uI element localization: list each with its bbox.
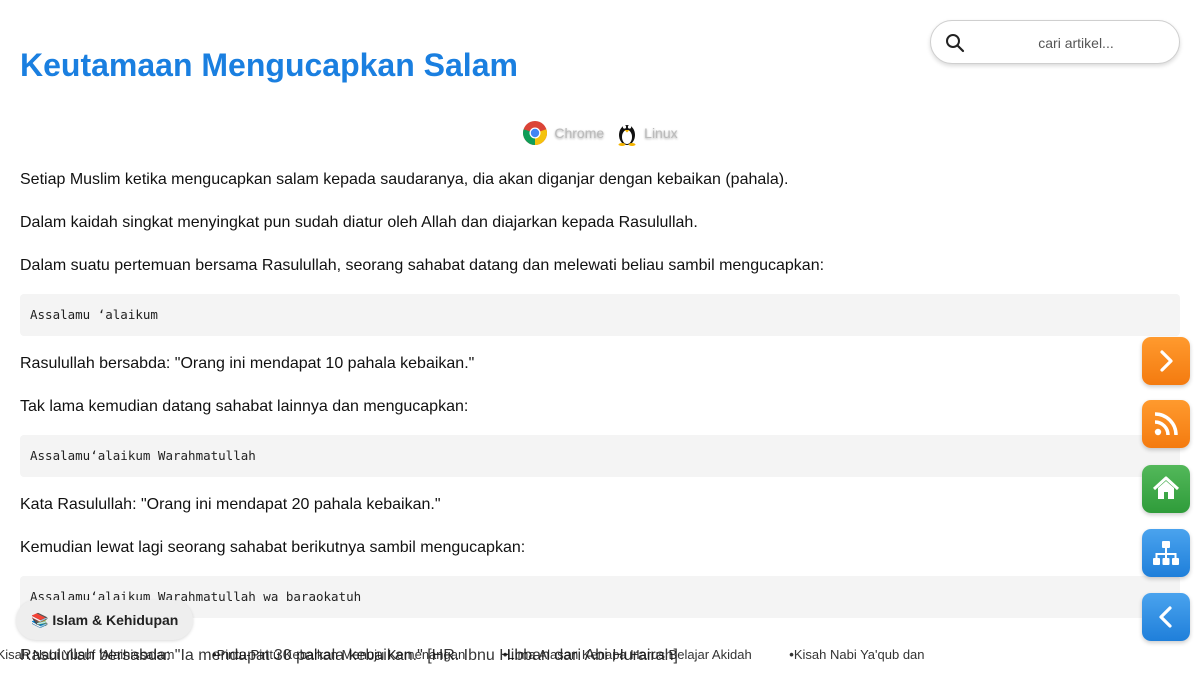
chrome-icon [523,121,548,145]
chrome-label: Chrome [554,125,605,141]
search-icon[interactable] [945,33,965,53]
page-title: Keutamaan Mengucapkan Salam [20,47,518,83]
category-chip[interactable]: 📚 Islam & Kehidupan [16,600,194,640]
paragraph: Rasulullah bersabda: "Orang ini mendapat… [20,355,475,372]
chevron-right-icon [1160,350,1173,372]
code-block: Assalamu ‘alaikum [20,294,1180,336]
linux-badge: Linux [616,120,678,146]
paragraph: Setiap Muslim ketika mengucapkan salam k… [20,171,789,188]
paragraph: Dalam kaidah singkat menyingkat pun suda… [20,214,698,231]
home-button[interactable] [1142,465,1190,513]
sitemap-icon [1153,541,1179,565]
search-input[interactable] [981,29,1171,57]
sitemap-button[interactable] [1142,529,1190,577]
next-button[interactable] [1142,337,1190,385]
code-block: Assalamu‘alaikum Warahmatullah [20,435,1180,477]
paragraph: Tak lama kemudian datang sahabat lainnya… [20,398,469,415]
back-button[interactable] [1142,593,1190,641]
search-box[interactable] [930,20,1180,64]
home-icon [1152,476,1180,499]
rss-icon [1154,412,1178,436]
ticker-item[interactable]: Kisah Nabi Ya'qub dan [789,647,924,662]
article-body: Setiap Muslim ketika mengucapkan salam k… [20,170,1180,636]
chrome-badge: Chrome [522,120,604,146]
linux-label: Linux [644,125,678,141]
paragraph: Rasulullah bersabda: "Ia mendapat 30 pah… [20,647,678,664]
paragraph: Kata Rasulullah: "Orang ini mendapat 20 … [20,496,441,513]
rss-button[interactable] [1142,400,1190,448]
paragraph: Dalam suatu pertemuan bersama Rasulullah… [20,257,825,274]
code-block: Assalamu‘alaikum Warahmatullah wa baraok… [20,576,1180,618]
linux-tux-icon [618,125,636,146]
chevron-left-icon [1159,606,1172,628]
paragraph: Kemudian lewat lagi seorang sahabat beri… [20,539,526,556]
browser-badges: Chrome Linux [0,120,1200,146]
